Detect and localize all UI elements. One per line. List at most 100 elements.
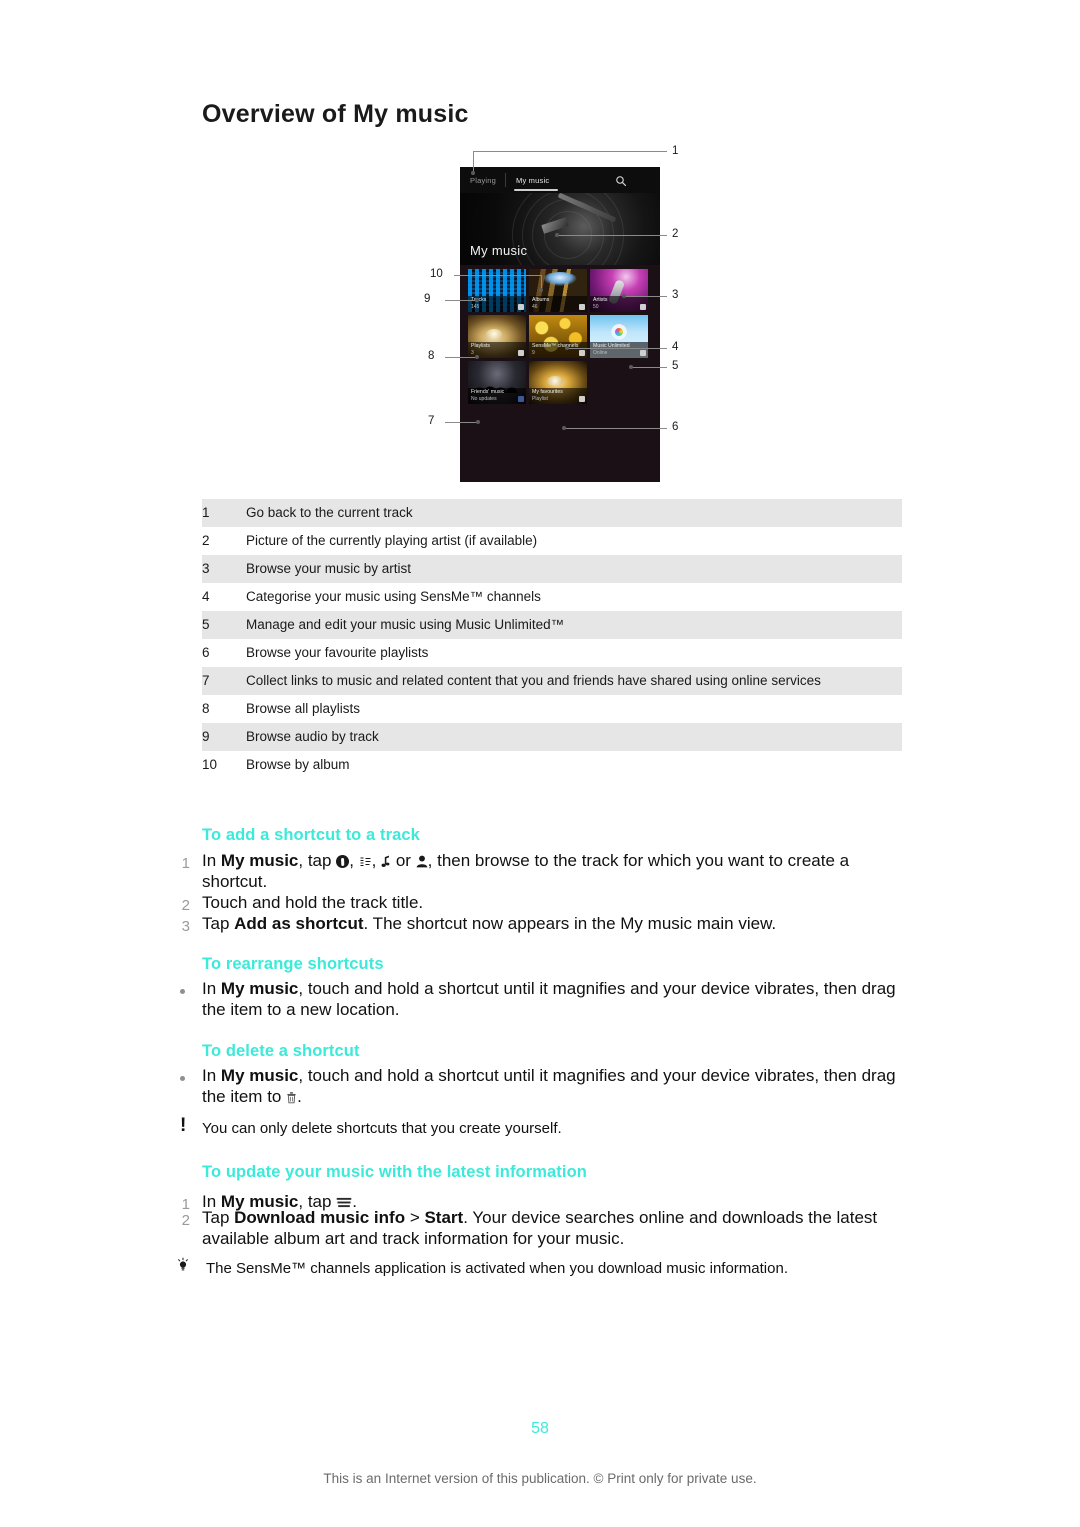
bullet-text-trailing: . (297, 1086, 302, 1106)
heading-add-shortcut: To add a shortcut to a track (202, 826, 420, 844)
icon-separator: , (349, 851, 359, 870)
search-icon[interactable] (615, 174, 627, 187)
leader-dot-4 (565, 346, 569, 350)
step-text-bold: My music (220, 851, 299, 870)
row-number: 3 (202, 561, 210, 576)
tile-subtitle: No updates (471, 395, 497, 402)
tile-title: Friends' music (471, 388, 505, 395)
callout-1: 1 (672, 145, 679, 157)
playlist-badge-icon (517, 349, 524, 356)
icon-separator: or (391, 851, 416, 870)
tile-title: Playlists (471, 342, 491, 349)
list-icon (359, 853, 372, 866)
row-number: 4 (202, 589, 210, 604)
leader-dot-2 (555, 233, 559, 237)
table-row: 5 Manage and edit your music using Music … (202, 611, 902, 639)
list-bullet (180, 989, 185, 994)
tile-artists[interactable]: Artists 50 (590, 269, 648, 312)
leader-dot-3 (622, 294, 626, 298)
leader-line-8 (445, 357, 477, 358)
leader-dot-8 (475, 355, 479, 359)
list-bullet (180, 1076, 185, 1081)
step-add-shortcut-2: Touch and hold the track title. (202, 893, 424, 912)
table-row: 10 Browse by album (202, 751, 902, 779)
callout-10: 10 (430, 268, 443, 280)
now-playing-artist-image: My music (460, 193, 660, 265)
table-row: 9 Browse audio by track (202, 723, 902, 751)
bookmark-badge-icon (578, 395, 585, 402)
bullet-text-suffix: , touch and hold a shortcut until it mag… (202, 1066, 896, 1106)
leader-dot-5 (629, 365, 633, 369)
bullet-text-suffix: , touch and hold a shortcut until it mag… (202, 979, 896, 1019)
step-number: 1 (181, 855, 190, 872)
icon-separator: , (371, 851, 382, 870)
row-number: 5 (202, 617, 210, 632)
table-row: 3 Browse your music by artist (202, 555, 902, 583)
document-page: Overview of My music Playing My music My… (0, 0, 1080, 1527)
tile-subtitle: Playlist (532, 395, 548, 402)
tile-music-unlimited[interactable]: Music Unlimited Online (590, 315, 648, 358)
callout-8: 8 (428, 350, 435, 362)
leader-line-3 (625, 296, 667, 297)
leader-line-4 (568, 348, 667, 349)
row-number: 7 (202, 673, 210, 688)
callout-6: 6 (672, 421, 679, 433)
my-music-tile-grid: Tracks 145 Albums 46 Artis (468, 269, 652, 404)
table-row: 6 Browse your favourite playlists (202, 639, 902, 667)
page-number: 58 (531, 1420, 549, 1437)
music-unlimited-badge-icon (639, 349, 646, 356)
step-number: 2 (181, 897, 190, 914)
album-badge-icon (578, 303, 585, 310)
tile-subtitle: 9 (532, 349, 535, 356)
row-description: Categorise your music using SensMe™ chan… (246, 589, 541, 604)
bullet-text-bold: My music (220, 1066, 299, 1085)
tile-title: Albums (532, 296, 550, 303)
row-description: Collect links to music and related conte… (246, 673, 821, 688)
hero-title: My music (470, 243, 528, 258)
tile-title: Artists (593, 296, 608, 303)
callout-3: 3 (672, 289, 679, 301)
tile-sensme-channels[interactable]: SensMe™ channels 9 (529, 315, 587, 358)
tile-my-favourites[interactable]: My favourites Playlist (529, 361, 587, 404)
row-description: Picture of the currently playing artist … (246, 533, 538, 548)
leader-dot-10 (539, 288, 543, 292)
step-text-prefix: Tap (202, 914, 235, 933)
heading-update-music: To update your music with the latest inf… (202, 1163, 587, 1181)
tile-playlists[interactable]: Playlists 3 (468, 315, 526, 358)
leader-line-9 (445, 300, 477, 301)
leader-line-6 (565, 428, 667, 429)
row-number: 10 (202, 757, 218, 772)
leader-line-5 (632, 367, 667, 368)
bullet-text-prefix: In (202, 1066, 221, 1085)
step-number: 1 (181, 1196, 190, 1213)
tile-subtitle: 145 (471, 303, 480, 310)
callout-2: 2 (672, 228, 679, 240)
leader-dot-7 (476, 420, 480, 424)
bullet-text-prefix: In (202, 979, 221, 998)
tile-subtitle: Online (593, 349, 608, 356)
page-title: Overview of My music (202, 100, 469, 128)
step-update-2: Tap Download music info > Start. Your de… (202, 1208, 902, 1249)
tile-friends-music[interactable]: Friends' music No updates (468, 361, 526, 404)
exclamation-icon: ! (180, 1115, 187, 1136)
phone-screenshot: Playing My music My music 145 Albums 46 … (460, 167, 660, 482)
leader-dot-6 (562, 426, 566, 430)
callout-7: 7 (428, 415, 435, 427)
tab-playing[interactable]: Playing (470, 176, 496, 185)
overflow-menu-icon[interactable] (643, 174, 646, 187)
person-badge-icon (639, 303, 646, 310)
step-text-prefix: Tap (202, 1208, 235, 1227)
leader-line-7 (445, 422, 478, 423)
footer-note: This is an Internet version of this publ… (323, 1471, 757, 1486)
step-number: 3 (181, 918, 190, 935)
music-note-icon (381, 853, 391, 867)
callout-4: 4 (672, 341, 679, 353)
row-number: 1 (202, 505, 210, 520)
music-note-badge-icon (517, 303, 524, 310)
table-row: 8 Browse all playlists (202, 695, 902, 723)
step-text-bold: Add as shortcut (234, 914, 364, 933)
phone-top-bar: Playing My music (460, 167, 660, 193)
tab-my-music[interactable]: My music (516, 176, 549, 185)
tab-active-underline (514, 189, 558, 191)
bullet-text-bold: My music (220, 979, 299, 998)
